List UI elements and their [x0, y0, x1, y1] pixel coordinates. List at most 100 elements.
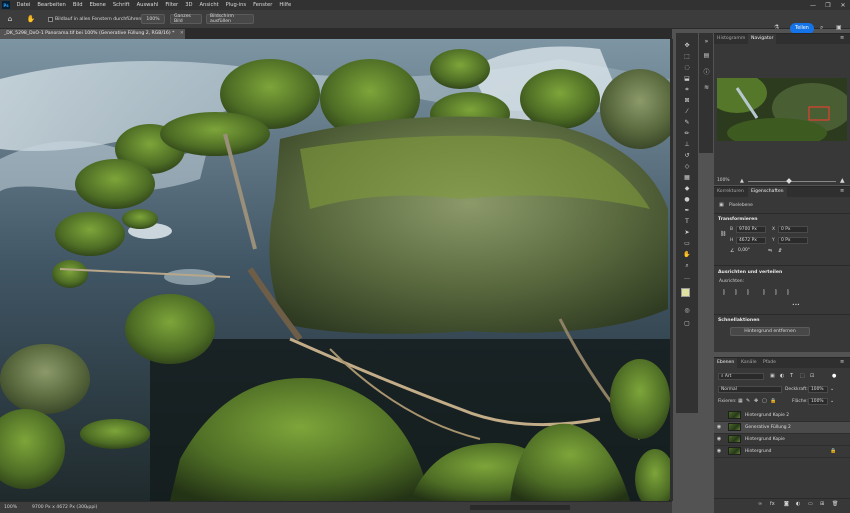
layer-filter-select[interactable]: ⌕ Art — [718, 373, 764, 380]
layers-menu-icon[interactable]: ≡ — [840, 359, 844, 365]
align-right-icon[interactable]: ⫿ — [747, 290, 749, 296]
menu-auswahl[interactable]: Auswahl — [133, 0, 162, 10]
blend-mode-select[interactable]: Normal — [718, 386, 782, 393]
layer-lock-icon[interactable]: 🔒 — [830, 448, 836, 454]
spot-healing-tool-icon[interactable]: ✎ — [679, 118, 695, 127]
screen-mode-icon[interactable]: ▢ — [679, 319, 695, 328]
layer-row[interactable]: ◉ Generative Füllung 2 — [714, 422, 850, 434]
trash-icon[interactable]: 🗑 — [832, 501, 838, 507]
lock-artboard-icon[interactable]: ▢ — [762, 398, 767, 404]
document-tab[interactable]: _DK_5298_DxO-1 Panorama.tif bei 100% (Ge… — [0, 29, 185, 39]
object-select-tool-icon[interactable]: ⬓ — [679, 74, 695, 83]
y-field[interactable]: 0 Px — [778, 237, 808, 244]
fill-screen-button[interactable]: Bildschirm ausfüllen — [206, 14, 254, 24]
brush-settings-icon[interactable]: ≋ — [702, 83, 711, 92]
flask-icon[interactable]: ⚗ — [774, 24, 783, 33]
navigator-zoom-thumb[interactable] — [786, 178, 792, 184]
lock-all-icon[interactable]: 🔒 — [770, 398, 776, 404]
align-bottom-icon[interactable]: ⫿ — [787, 290, 789, 296]
foreground-color-swatch[interactable] — [681, 288, 690, 297]
tab-kanaele[interactable]: Kanäle — [738, 358, 760, 368]
zoom-out-icon[interactable]: ▲ — [740, 178, 744, 184]
lock-pixels-icon[interactable]: ✎ — [746, 398, 750, 404]
eye-icon[interactable]: ◉ — [714, 436, 724, 442]
lasso-tool-icon[interactable]: ◌ — [679, 63, 695, 72]
lock-transparency-icon[interactable]: ▦ — [738, 398, 743, 404]
link-dimensions-icon[interactable]: ⛓ — [720, 231, 726, 237]
flip-horizontal-icon[interactable]: ⇋ — [768, 248, 772, 254]
workspace-icon[interactable]: ▣ — [836, 24, 845, 33]
zoom-tool-icon[interactable]: ⌕ — [679, 261, 695, 270]
link-icon[interactable]: ∞ — [758, 501, 762, 507]
canvas-horizontal-scrollbar[interactable] — [470, 505, 570, 510]
align-top-icon[interactable]: ⫿ — [763, 290, 765, 296]
gradient-tool-icon[interactable]: ▦ — [679, 173, 695, 182]
history-panel-icon[interactable]: ▤ — [702, 51, 711, 60]
type-tool-icon[interactable]: T — [679, 217, 695, 226]
move-tool-icon[interactable]: ✥ — [679, 41, 695, 50]
layer-name[interactable]: Hintergrund — [745, 449, 771, 454]
eraser-tool-icon[interactable]: ◇ — [679, 162, 695, 171]
eyedropper-tool-icon[interactable]: ⁄ — [679, 107, 695, 116]
lock-position-icon[interactable]: ✥ — [754, 398, 758, 404]
info-panel-icon[interactable]: ⓘ — [702, 67, 711, 76]
transform-title[interactable]: Transformieren — [718, 217, 758, 222]
filter-toggle-icon[interactable]: ● — [832, 373, 836, 379]
layer-name[interactable]: Hintergrund Kopie 2 — [745, 413, 789, 418]
x-field[interactable]: 0 Px — [778, 226, 808, 233]
close-tab-icon[interactable]: ✕ — [180, 31, 184, 36]
layer-row[interactable]: ◉ Hintergrund Kopie — [714, 434, 850, 446]
properties-menu-icon[interactable]: ≡ — [840, 188, 844, 194]
tab-pfade[interactable]: Pfade — [760, 358, 779, 368]
dodge-tool-icon[interactable]: ● — [679, 195, 695, 204]
blur-tool-icon[interactable]: ◆ — [679, 184, 695, 193]
status-zoom[interactable]: 100% — [4, 505, 17, 510]
path-select-tool-icon[interactable]: ➤ — [679, 228, 695, 237]
menu-schrift[interactable]: Schrift — [109, 0, 133, 10]
menu-fenster[interactable]: Fenster — [250, 0, 276, 10]
align-middle-v-icon[interactable]: ⫿ — [775, 290, 777, 296]
eye-icon[interactable]: ◉ — [714, 424, 724, 430]
navigator-preview[interactable] — [717, 78, 847, 141]
layer-name[interactable]: Hintergrund Kopie — [745, 437, 785, 442]
menu-bearbeiten[interactable]: Bearbeiten — [34, 0, 70, 10]
collapse-panels-icon[interactable]: » — [702, 37, 711, 46]
panel-menu-icon[interactable]: ≡ — [840, 35, 844, 41]
menu-ebene[interactable]: Ebene — [86, 0, 109, 10]
fill-field[interactable]: 100% — [808, 398, 828, 405]
eye-icon[interactable]: ◉ — [714, 448, 724, 454]
quick-mask-icon[interactable]: ◎ — [679, 306, 695, 315]
menu-hilfe[interactable]: Hilfe — [276, 0, 295, 10]
menu-3d[interactable]: 3D — [182, 0, 196, 10]
opacity-field[interactable]: 100% — [808, 386, 828, 393]
quick-actions-title[interactable]: Schnellaktionen — [718, 318, 760, 323]
hand-tool-icon[interactable]: ✋ — [24, 14, 38, 24]
angle-field[interactable]: 0,00° — [736, 248, 754, 255]
crop-tool-icon[interactable]: ⌗ — [679, 85, 695, 94]
filter-pixel-icon[interactable]: ▣ — [770, 373, 775, 379]
folder-icon[interactable]: ▭ — [808, 501, 813, 507]
home-icon[interactable]: ⌂ — [5, 14, 15, 24]
align-more[interactable]: ••• — [792, 303, 800, 308]
document-canvas[interactable] — [0, 39, 670, 501]
tab-histogramm[interactable]: Histogramm — [714, 34, 748, 44]
zoom-100-button[interactable]: 100% — [141, 14, 165, 24]
menu-bild[interactable]: Bild — [69, 0, 86, 10]
navigator-zoom-slider[interactable] — [748, 181, 836, 182]
layer-name[interactable]: Generative Füllung 2 — [745, 425, 791, 430]
clone-stamp-tool-icon[interactable]: ⊥ — [679, 140, 695, 149]
brush-tool-icon[interactable]: ✏ — [679, 129, 695, 138]
scroll-all-windows-checkbox[interactable] — [48, 17, 53, 22]
tab-korrekturen[interactable]: Korrekturen — [714, 187, 747, 197]
mask-icon[interactable]: ◙ — [784, 501, 789, 507]
align-center-h-icon[interactable]: ⫿ — [735, 290, 737, 296]
frame-tool-icon[interactable]: ⊠ — [679, 96, 695, 105]
height-field[interactable]: 4672 Px — [736, 237, 766, 244]
tab-eigenschaften[interactable]: Eigenschaften — [748, 187, 787, 197]
align-title[interactable]: Ausrichten und verteilen — [718, 270, 782, 275]
layer-row[interactable]: ◉ Hintergrund 🔒 — [714, 446, 850, 458]
flip-vertical-icon[interactable]: ⇵ — [778, 248, 782, 254]
marquee-tool-icon[interactable]: ⬚ — [679, 52, 695, 61]
pen-tool-icon[interactable]: ✒ — [679, 206, 695, 215]
tab-ebenen[interactable]: Ebenen — [714, 358, 738, 368]
